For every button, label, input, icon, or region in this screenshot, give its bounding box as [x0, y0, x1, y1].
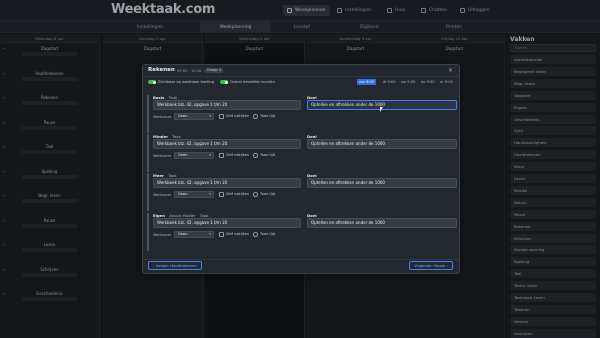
zelf-nakijken-label: Zelf nakijken [226, 192, 250, 196]
taak-input[interactable]: Werkboek blz. 42, opgave 1 t/m 20 [153, 218, 301, 228]
level-section: Meer Taak Werkboek blz. 42, opgave 1 t/m … [147, 173, 457, 211]
time-option-ma[interactable]: ma 9:00 [357, 79, 376, 85]
toon-tijd-label: Toon tijd [260, 153, 276, 157]
zelf-nakijken-checkbox[interactable] [219, 192, 224, 197]
group-badge: Groep 4 [205, 68, 223, 73]
toon-tijd-checkbox[interactable] [253, 192, 258, 197]
modal-title: Rekenen [148, 67, 175, 73]
level-section: Eigen Anouk Mulder Taak Werkboek blz. 42,… [147, 213, 457, 251]
modal-time: 09:00 - 10:00 [177, 69, 202, 73]
toon-tijd-checkbox[interactable] [253, 232, 258, 237]
werkvorm-select[interactable]: Geen ▾ [174, 231, 214, 238]
werkvorm-select[interactable]: Geen ▾ [174, 113, 214, 120]
zelf-nakijken-checkbox[interactable] [219, 153, 224, 158]
toggle-zichtbaar[interactable] [148, 80, 156, 84]
zelf-nakijken-label: Zelf nakijken [226, 114, 250, 118]
chevron-down-icon: ▾ [209, 153, 211, 157]
chevron-down-icon: ▾ [209, 114, 211, 118]
close-icon[interactable]: × [448, 67, 453, 74]
doel-input[interactable]: Optellen en aftrekken onder de 1000 [307, 218, 457, 228]
lesson-modal: Rekenen 09:00 - 10:00 Groep 4 × Zichtbaa… [142, 64, 460, 274]
werkvorm-select[interactable]: Geen ▾ [174, 191, 214, 198]
werkvorm-label: Werkvorm [153, 154, 172, 158]
modal-header: Rekenen 09:00 - 10:00 Groep 4 × [143, 65, 459, 77]
zelf-nakijken-checkbox[interactable] [219, 114, 224, 119]
prev-lesson-button[interactable]: ‹ Vorige: Hoofdrekenen [148, 261, 202, 270]
time-option-wo[interactable]: wo 9:00 [399, 79, 417, 85]
toggle-zichtbaar-label: Zichtbaar op weektaak leerling [158, 79, 214, 84]
chevron-down-icon: ▾ [209, 192, 211, 196]
toon-tijd-label: Toon tijd [260, 192, 276, 196]
werkvorm-select[interactable]: Geen ▾ [174, 152, 214, 159]
time-option-di[interactable]: di 9:00 [381, 79, 398, 85]
level-section: Basis Taak Werkboek blz. 42, opgave 1 t/m… [147, 95, 457, 133]
werkvorm-label: Werkvorm [153, 115, 172, 119]
mouse-cursor [380, 107, 383, 112]
toon-tijd-label: Toon tijd [260, 232, 276, 236]
level-section: Minder Taak Werkboek blz. 42, opgave 1 t/… [147, 134, 457, 172]
zelf-nakijken-checkbox[interactable] [219, 232, 224, 237]
next-lesson-button[interactable]: Volgende: Pauze › [409, 261, 453, 270]
toggle-overal[interactable] [220, 80, 228, 84]
toon-tijd-label: Toon tijd [260, 114, 276, 118]
toggle-overal-label: Overal hetzelfde invullen [230, 79, 276, 84]
doel-input[interactable]: Optellen en aftrekken onder de 1000 [307, 178, 457, 188]
taak-input[interactable]: Werkboek blz. 42, opgave 1 t/m 20 [153, 100, 301, 110]
taak-input[interactable]: Werkboek blz. 42, opgave 1 t/m 20 [153, 139, 301, 149]
time-option-do[interactable]: do 9:00 [419, 79, 437, 85]
taak-input[interactable]: Werkboek blz. 42, opgave 1 t/m 20 [153, 178, 301, 188]
toon-tijd-checkbox[interactable] [253, 114, 258, 119]
zelf-nakijken-label: Zelf nakijken [226, 232, 250, 236]
toon-tijd-checkbox[interactable] [253, 153, 258, 158]
time-option-vr[interactable]: vr 9:00 [438, 79, 455, 85]
modal-footer: ‹ Vorige: Hoofdrekenen Volgende: Pauze › [143, 259, 459, 273]
doel-input[interactable]: Optellen en aftrekken onder de 1000 [307, 139, 457, 149]
zelf-nakijken-label: Zelf nakijken [226, 153, 250, 157]
werkvorm-label: Werkvorm [153, 193, 172, 197]
werkvorm-label: Werkvorm [153, 233, 172, 237]
chevron-down-icon: ▾ [209, 232, 211, 236]
